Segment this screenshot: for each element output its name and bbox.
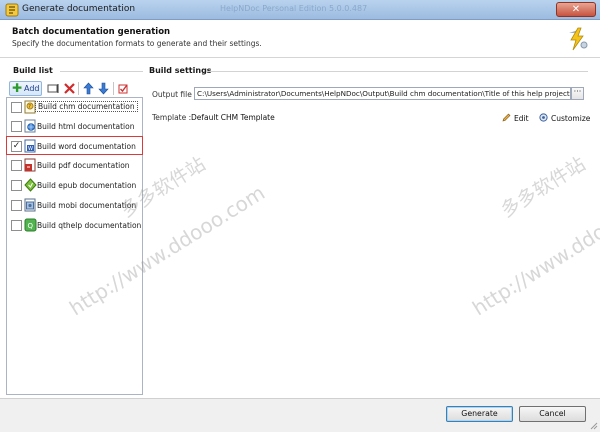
build-settings-divider	[208, 71, 588, 72]
cancel-button[interactable]: Cancel	[519, 406, 586, 422]
edit-template-button[interactable]: Edit	[502, 113, 529, 123]
pdf-doc-icon	[24, 158, 36, 172]
list-item-label: Build epub documentation	[37, 181, 137, 190]
header-title: Batch documentation generation	[12, 27, 171, 37]
list-item-pdf[interactable]: Build pdf documentation	[7, 156, 142, 175]
window-title: Generate documentation	[22, 4, 136, 14]
plus-icon: ✚	[12, 81, 23, 95]
output-file-input[interactable]: C:\Users\Administrator\Documents\HelpNDo…	[194, 87, 571, 100]
word-doc-icon: W	[24, 139, 36, 153]
build-settings-heading: Build settings	[149, 66, 212, 75]
list-item-html[interactable]: Build html documentation	[7, 117, 142, 136]
generate-button[interactable]: Generate	[446, 406, 513, 422]
list-item-mobi[interactable]: Build mobi documentation	[7, 196, 142, 215]
add-button-label: Add	[24, 84, 40, 93]
checkbox-pdf[interactable]	[11, 160, 22, 171]
pencil-icon	[502, 113, 511, 122]
output-file-label: Output file :	[152, 90, 197, 99]
app-icon	[5, 3, 19, 17]
resize-grip-icon[interactable]	[588, 420, 598, 430]
list-item-label: Build pdf documentation	[37, 161, 130, 170]
watermark-cn: 多多软件站	[497, 153, 590, 223]
window-titlebar: Generate documentation HelpNDoc Personal…	[0, 0, 600, 20]
rename-icon[interactable]	[47, 82, 60, 95]
toolbar-separator	[113, 82, 114, 95]
svg-text:W: W	[28, 146, 33, 152]
background-window-title: HelpNDoc Personal Edition 5.0.0.487	[220, 4, 368, 13]
html-doc-icon	[24, 119, 36, 133]
svg-text:?: ?	[28, 104, 31, 110]
browse-button[interactable]: ···	[571, 87, 584, 100]
checkbox-html[interactable]	[11, 121, 22, 132]
move-up-icon[interactable]	[82, 82, 95, 95]
epub-doc-icon	[24, 178, 37, 192]
list-item-label: Build qthelp documentation	[37, 221, 142, 230]
header-subtitle: Specify the documentation formats to gen…	[12, 39, 262, 48]
qthelp-doc-icon: Q	[24, 218, 37, 232]
checkbox-mobi[interactable]	[11, 200, 22, 211]
list-item-word[interactable]: ✓ W Build word documentation	[6, 136, 143, 155]
gear-icon	[539, 113, 548, 122]
check-all-icon[interactable]	[117, 82, 130, 95]
list-item-label: Build html documentation	[37, 122, 135, 131]
add-button[interactable]: ✚ Add	[9, 81, 42, 96]
svg-text:Q: Q	[28, 222, 34, 230]
list-item-epub[interactable]: Build epub documentation	[7, 176, 142, 195]
list-item-chm[interactable]: ? Build chm documentation	[7, 98, 142, 117]
delete-icon[interactable]	[63, 82, 76, 95]
checkbox-qthelp[interactable]	[11, 220, 22, 231]
list-item-qthelp[interactable]: Q Build qthelp documentation	[7, 216, 142, 235]
dialog-footer: Generate Cancel	[0, 398, 600, 432]
toolbar-separator	[78, 82, 79, 95]
template-label: Template :	[152, 113, 192, 122]
edit-template-label: Edit	[514, 114, 529, 123]
move-down-icon[interactable]	[97, 82, 110, 95]
build-list[interactable]: ? Build chm documentation Build html doc…	[6, 97, 143, 395]
list-item-label: Build mobi documentation	[37, 201, 137, 210]
lightning-wizard-icon	[569, 27, 588, 51]
build-list-heading: Build list	[13, 66, 53, 75]
template-value: Default CHM Template	[191, 113, 275, 122]
customize-template-label: Customize	[551, 114, 591, 123]
build-list-divider	[60, 71, 143, 72]
dialog-header: Batch documentation generation Specify t…	[0, 20, 600, 58]
mobi-doc-icon	[24, 198, 36, 212]
checkbox-chm[interactable]	[11, 102, 22, 113]
watermark-url: http://www.ddooo.com	[468, 180, 600, 321]
checkbox-epub[interactable]	[11, 180, 22, 191]
list-item-label: Build chm documentation	[35, 101, 138, 112]
close-button[interactable]: ✕	[556, 2, 596, 17]
customize-template-button[interactable]: Customize	[539, 113, 590, 123]
checkbox-word[interactable]: ✓	[11, 141, 22, 152]
list-item-label: Build word documentation	[37, 142, 136, 151]
